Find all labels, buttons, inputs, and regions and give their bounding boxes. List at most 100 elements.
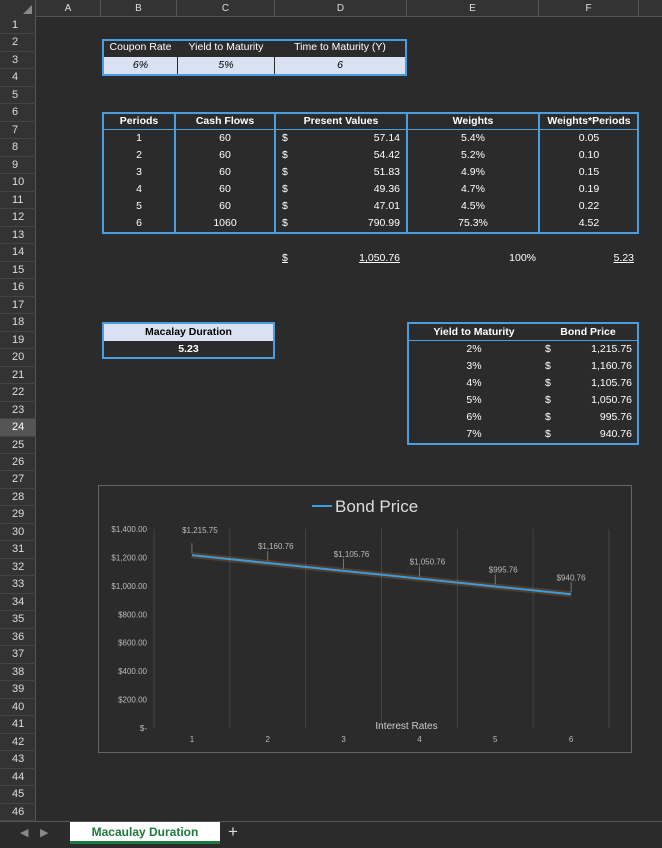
sens-price-cell[interactable]: 940.76 (560, 426, 632, 443)
row-header[interactable]: 23 (0, 402, 36, 420)
sens-currency-cell[interactable]: $ (545, 409, 559, 426)
row-header[interactable]: 33 (0, 576, 36, 594)
period-cell[interactable]: 1 (104, 130, 174, 147)
row-header[interactable]: 27 (0, 471, 36, 489)
pv-currency-cell[interactable]: $ (282, 198, 302, 215)
tab-macaulay-duration[interactable]: Macaulay Duration (70, 822, 220, 844)
row-header[interactable]: 31 (0, 541, 36, 559)
sens-price-cell[interactable]: 1,105.76 (560, 375, 632, 392)
weight-cell[interactable]: 4.7% (408, 181, 538, 198)
weight-cell[interactable]: 4.5% (408, 198, 538, 215)
row-header[interactable]: 16 (0, 279, 36, 297)
weight-period-cell[interactable]: 0.10 (540, 147, 638, 164)
weight-period-cell[interactable]: 0.15 (540, 164, 638, 181)
pv-currency-cell[interactable]: $ (282, 215, 302, 232)
ytm-value[interactable]: 5% (178, 57, 274, 74)
row-header[interactable]: 9 (0, 157, 36, 175)
ttm-value[interactable]: 6 (275, 57, 405, 74)
period-cell[interactable]: 3 (104, 164, 174, 181)
row-header[interactable]: 35 (0, 611, 36, 629)
row-header[interactable]: 42 (0, 734, 36, 752)
weight-period-cell[interactable]: 0.05 (540, 130, 638, 147)
row-header[interactable]: 28 (0, 489, 36, 507)
pv-currency-cell[interactable]: $ (282, 164, 302, 181)
row-header[interactable]: 29 (0, 506, 36, 524)
row-header[interactable]: 39 (0, 681, 36, 699)
weight-cell[interactable]: 75.3% (408, 215, 538, 232)
row-header[interactable]: 44 (0, 769, 36, 787)
cashflow-cell[interactable]: 60 (176, 164, 274, 181)
row-header[interactable]: 4 (0, 69, 36, 87)
sens-price-cell[interactable]: 1,215.75 (560, 341, 632, 358)
weight-cell[interactable]: 5.4% (408, 130, 538, 147)
sens-ytm-cell[interactable]: 2% (409, 341, 539, 358)
bond-price-chart[interactable]: $1,400.00 $1,200.00 $1,000.00 $800.00 $600.0… (98, 485, 632, 753)
row-header[interactable]: 5 (0, 87, 36, 105)
pv-cell[interactable]: 49.36 (330, 181, 400, 198)
column-header-b[interactable]: B (101, 0, 177, 17)
row-header[interactable]: 22 (0, 384, 36, 402)
row-header[interactable]: 40 (0, 699, 36, 717)
pv-currency-cell[interactable]: $ (282, 181, 302, 198)
row-header[interactable]: 26 (0, 454, 36, 472)
period-cell[interactable]: 4 (104, 181, 174, 198)
row-header[interactable]: 7 (0, 122, 36, 140)
row-header[interactable]: 45 (0, 786, 36, 804)
row-header[interactable]: 1 (0, 17, 36, 35)
cashflow-cell[interactable]: 1060 (176, 215, 274, 232)
sens-currency-cell[interactable]: $ (545, 358, 559, 375)
row-header[interactable]: 18 (0, 314, 36, 332)
sens-price-cell[interactable]: 995.76 (560, 409, 632, 426)
period-cell[interactable]: 2 (104, 147, 174, 164)
cashflow-cell[interactable]: 60 (176, 198, 274, 215)
select-all-corner[interactable] (0, 0, 36, 17)
row-header[interactable]: 30 (0, 524, 36, 542)
row-header[interactable]: 2 (0, 34, 36, 52)
cashflow-cell[interactable]: 60 (176, 130, 274, 147)
pv-currency-cell[interactable]: $ (282, 147, 302, 164)
pv-cell[interactable]: 54.42 (330, 147, 400, 164)
row-header[interactable]: 46 (0, 804, 36, 822)
coupon-rate-value[interactable]: 6% (104, 57, 177, 74)
sens-ytm-cell[interactable]: 4% (409, 375, 539, 392)
tab-scroll-left-icon[interactable]: ◀ (20, 826, 28, 839)
row-header[interactable]: 25 (0, 437, 36, 454)
weight-period-cell[interactable]: 4.52 (540, 215, 638, 232)
pv-cell[interactable]: 790.99 (330, 215, 400, 232)
sens-ytm-cell[interactable]: 5% (409, 392, 539, 409)
row-header[interactable]: 13 (0, 227, 36, 245)
row-header[interactable]: 10 (0, 174, 36, 192)
row-header[interactable]: 41 (0, 716, 36, 734)
period-cell[interactable]: 6 (104, 215, 174, 232)
row-header[interactable]: 3 (0, 52, 36, 70)
cashflow-cell[interactable]: 60 (176, 181, 274, 198)
duration-value[interactable]: 5.23 (104, 341, 273, 358)
sens-ytm-cell[interactable]: 6% (409, 409, 539, 426)
row-header[interactable]: 21 (0, 367, 36, 385)
sens-price-cell[interactable]: 1,160.76 (560, 358, 632, 375)
row-header[interactable]: 43 (0, 751, 36, 769)
row-header[interactable]: 14 (0, 244, 36, 262)
column-header-f[interactable]: F (539, 0, 639, 17)
sens-currency-cell[interactable]: $ (545, 375, 559, 392)
tab-scroll-right-icon[interactable]: ▶ (40, 826, 48, 839)
weight-cell[interactable]: 5.2% (408, 147, 538, 164)
row-header[interactable]: 12 (0, 209, 36, 227)
column-header-a[interactable]: A (36, 0, 101, 17)
row-header[interactable]: 38 (0, 664, 36, 682)
cashflow-cell[interactable]: 60 (176, 147, 274, 164)
weight-cell[interactable]: 4.9% (408, 164, 538, 181)
sens-ytm-cell[interactable]: 3% (409, 358, 539, 375)
sens-currency-cell[interactable]: $ (545, 392, 559, 409)
sens-price-cell[interactable]: 1,050.76 (560, 392, 632, 409)
row-header[interactable]: 8 (0, 139, 36, 157)
row-header[interactable]: 20 (0, 349, 36, 367)
column-header-d[interactable]: D (275, 0, 407, 17)
pv-cell[interactable]: 51.83 (330, 164, 400, 181)
pv-cell[interactable]: 57.14 (330, 130, 400, 147)
row-header[interactable]: 24 (0, 419, 36, 437)
row-header[interactable]: 17 (0, 297, 36, 315)
row-header[interactable]: 36 (0, 629, 36, 647)
sens-currency-cell[interactable]: $ (545, 341, 559, 358)
row-header[interactable]: 11 (0, 192, 36, 210)
